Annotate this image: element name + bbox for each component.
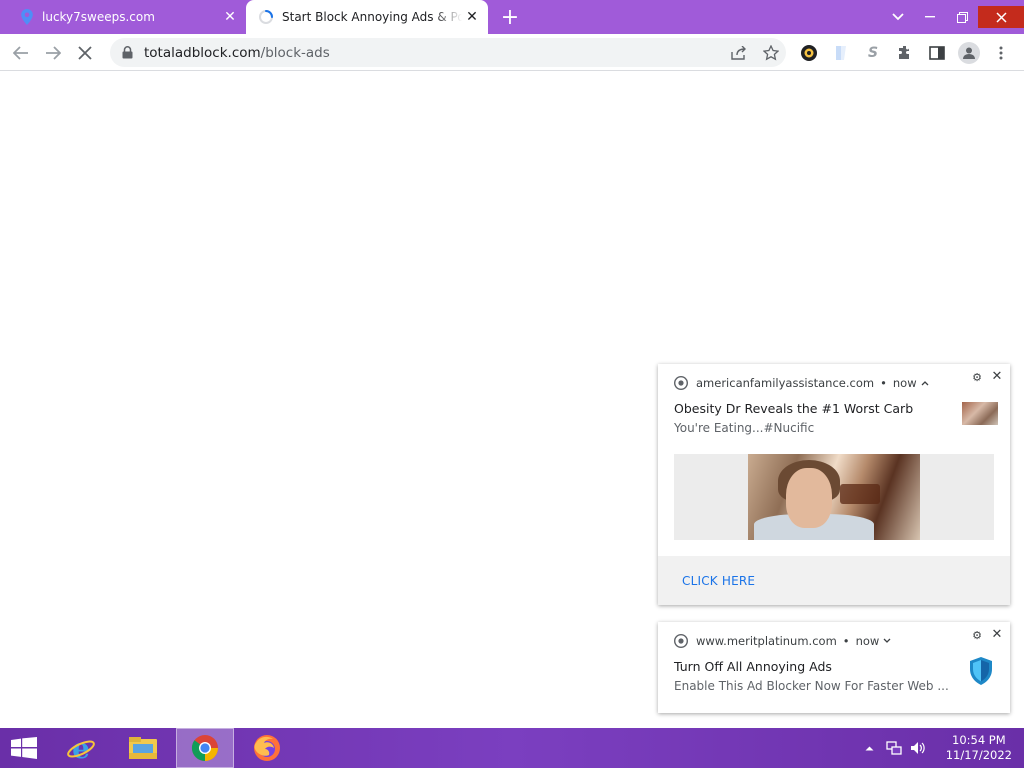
gear-icon[interactable]: ⚙ (970, 628, 984, 642)
shield-icon (968, 656, 994, 686)
notification-image (674, 454, 994, 540)
extension-circle-icon[interactable] (798, 42, 820, 64)
svg-text:e: e (72, 733, 90, 763)
share-icon[interactable] (730, 44, 748, 62)
chrome-icon (673, 633, 689, 649)
tab-strip: lucky7sweeps.com ✕ Start Block Annoying … (0, 0, 1024, 34)
notification-body: You're Eating...#Nucific (674, 421, 815, 435)
tab-totaladblock[interactable]: Start Block Annoying Ads & Pop-ups ✕ (246, 0, 488, 34)
taskbar-clock[interactable]: 10:54 PM 11/17/2022 (946, 733, 1012, 763)
clock-date: 11/17/2022 (945, 748, 1012, 762)
windows-start-icon[interactable] (0, 728, 48, 768)
extension-cube-icon[interactable] (830, 42, 852, 64)
tab-lucky7sweeps[interactable]: lucky7sweeps.com ✕ (8, 0, 246, 34)
side-panel-icon[interactable] (926, 42, 948, 64)
chrome-taskbar-icon[interactable] (176, 728, 234, 768)
forward-arrow-icon[interactable] (40, 40, 66, 66)
gear-icon[interactable]: ⚙ (970, 370, 984, 384)
notification-source: www.meritplatinum.com (696, 634, 837, 648)
notification-title: Turn Off All Annoying Ads (674, 659, 832, 674)
new-tab-button[interactable]: + (498, 5, 522, 30)
chevron-down-icon[interactable] (883, 638, 891, 644)
notification-body: Enable This Ad Blocker Now For Faster We… (674, 679, 949, 693)
tab-search-chevron-icon[interactable] (886, 6, 910, 28)
close-icon[interactable]: ✕ (990, 368, 1004, 384)
woman-drinking-photo (748, 454, 920, 540)
back-arrow-icon[interactable] (8, 40, 34, 66)
notification-card[interactable]: americanfamilyassistance.com • now ⚙ ✕ O… (658, 364, 1010, 605)
notification-title: Obesity Dr Reveals the #1 Worst Carb (674, 401, 914, 416)
separator-dot: • (842, 634, 850, 648)
windows-taskbar: e 10:54 PM 11/17/2022 (0, 728, 1024, 768)
system-tray: 10:54 PM 11/17/2022 (860, 728, 1024, 768)
loading-spinner-icon (258, 9, 274, 25)
window-controls (914, 0, 1024, 34)
clock-time: 10:54 PM (952, 733, 1006, 747)
notification-header: www.meritplatinum.com • now (673, 632, 891, 650)
chrome-icon (673, 375, 689, 391)
notification-time: now (892, 376, 917, 390)
extension-s-icon[interactable]: S (862, 42, 884, 64)
address-bar[interactable]: totaladblock.com/block-ads (110, 38, 786, 67)
profile-avatar-icon[interactable] (958, 42, 980, 64)
browser-toolbar: totaladblock.com/block-ads S (0, 34, 1024, 71)
tab-title: Start Block Annoying Ads & Pop-ups (282, 10, 462, 24)
lock-icon[interactable] (120, 46, 134, 60)
tab-close-icon[interactable]: ✕ (220, 7, 240, 27)
separator-dot: • (880, 376, 887, 390)
firefox-icon[interactable] (238, 728, 296, 768)
tab-close-icon[interactable]: ✕ (462, 7, 482, 27)
bookmark-star-icon[interactable] (762, 44, 780, 62)
volume-icon[interactable] (908, 738, 928, 758)
file-explorer-icon[interactable] (114, 728, 172, 768)
minimize-icon[interactable] (914, 6, 946, 28)
extensions-area: S (798, 40, 1012, 66)
kebab-menu-icon[interactable] (990, 42, 1012, 64)
puzzle-icon[interactable] (894, 42, 916, 64)
tab-title: lucky7sweeps.com (42, 10, 155, 24)
network-icon[interactable] (884, 738, 904, 758)
url-text: totaladblock.com/block-ads (144, 45, 330, 61)
notification-action-bar: CLICK HERE (658, 556, 1010, 605)
notification-header: americanfamilyassistance.com • now (673, 374, 929, 392)
chevron-up-icon[interactable] (921, 380, 929, 386)
url-path: /block-ads (260, 44, 330, 61)
restore-icon[interactable] (946, 6, 978, 28)
show-hidden-icons-icon[interactable] (860, 738, 880, 758)
notification-source: americanfamilyassistance.com (696, 376, 875, 390)
notification-thumbnail (962, 402, 998, 425)
internet-explorer-icon[interactable]: e (52, 728, 110, 768)
click-here-button[interactable]: CLICK HERE (682, 574, 755, 588)
window-close-icon[interactable] (978, 6, 1024, 28)
close-icon[interactable]: ✕ (990, 626, 1004, 642)
url-domain: totaladblock.com (144, 44, 261, 61)
stop-loading-icon[interactable] (72, 40, 98, 66)
notification-time: now (855, 634, 880, 648)
location-pin-icon (20, 9, 34, 25)
notification-card[interactable]: www.meritplatinum.com • now ⚙ ✕ Turn Off… (658, 622, 1010, 713)
